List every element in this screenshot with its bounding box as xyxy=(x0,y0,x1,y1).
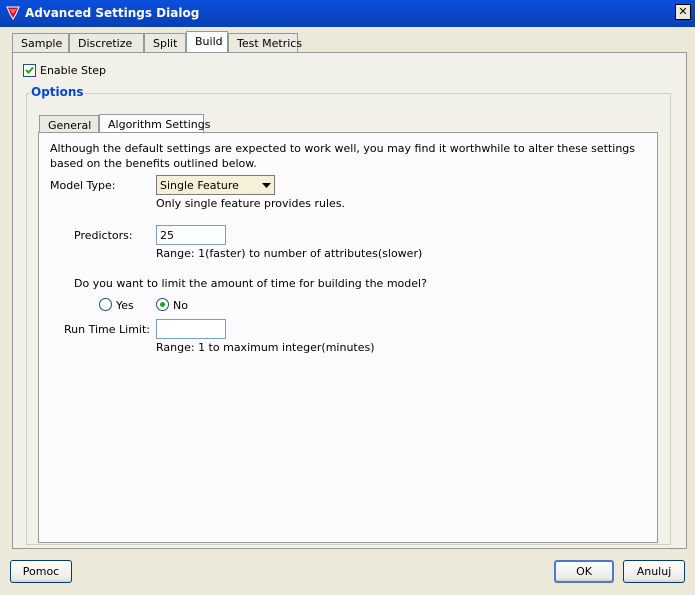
run-time-limit-input[interactable] xyxy=(156,319,226,339)
run-time-limit-hint: Range: 1 to maximum integer(minutes) xyxy=(156,341,375,354)
predictors-input[interactable]: 25 xyxy=(156,225,226,245)
subtab-label: General xyxy=(48,119,92,132)
window-title: Advanced Settings Dialog xyxy=(25,6,200,20)
predictors-label: Predictors: xyxy=(74,229,133,242)
model-type-dropdown[interactable]: Single Feature xyxy=(156,175,275,195)
app-icon xyxy=(6,6,20,20)
cancel-button[interactable]: Anuluj xyxy=(623,560,685,583)
checkmark-icon xyxy=(25,66,34,74)
predictors-hint: Range: 1(faster) to number of attributes… xyxy=(156,247,423,260)
model-type-value: Single Feature xyxy=(160,179,239,192)
radio-yes[interactable] xyxy=(99,298,112,311)
tab-discretize[interactable]: Discretize xyxy=(69,33,144,52)
ok-button[interactable]: OK xyxy=(554,560,614,583)
tab-test-metrics[interactable]: Test Metrics xyxy=(228,33,302,52)
tab-build[interactable]: Build xyxy=(186,31,228,52)
tab-label: Build xyxy=(195,35,223,48)
tab-sample[interactable]: Sample xyxy=(12,33,69,52)
title-bar: Advanced Settings Dialog ✕ xyxy=(0,0,695,27)
tab-label: Discretize xyxy=(78,37,133,50)
checkbox-box[interactable] xyxy=(23,64,36,77)
model-type-label: Model Type: xyxy=(50,179,116,192)
radio-yes-label: Yes xyxy=(116,299,134,312)
radio-no-label: No xyxy=(173,299,188,312)
settings-description: Although the default settings are expect… xyxy=(50,142,636,170)
tab-label: Sample xyxy=(21,37,63,50)
time-limit-question: Do you want to limit the amount of time … xyxy=(74,277,427,290)
tab-label: Split xyxy=(153,37,178,50)
radio-no[interactable] xyxy=(156,298,169,311)
run-time-limit-label: Run Time Limit: xyxy=(64,323,150,336)
tab-label: Test Metrics xyxy=(237,37,303,50)
options-legend: Options xyxy=(30,85,85,99)
chevron-down-icon xyxy=(262,183,271,188)
enable-step-label: Enable Step xyxy=(40,64,107,77)
help-button[interactable]: Pomoc xyxy=(10,560,72,583)
subtab-label: Algorithm Settings xyxy=(108,118,211,131)
algorithm-settings-panel: Although the default settings are expect… xyxy=(38,132,658,543)
build-panel: Enable Step Options General Algorithm Se… xyxy=(12,52,687,549)
close-button[interactable]: ✕ xyxy=(675,4,691,20)
model-type-hint: Only single feature provides rules. xyxy=(156,197,346,210)
tab-split[interactable]: Split xyxy=(144,33,186,52)
radio-selected-dot xyxy=(160,302,165,307)
close-icon: ✕ xyxy=(678,5,688,18)
